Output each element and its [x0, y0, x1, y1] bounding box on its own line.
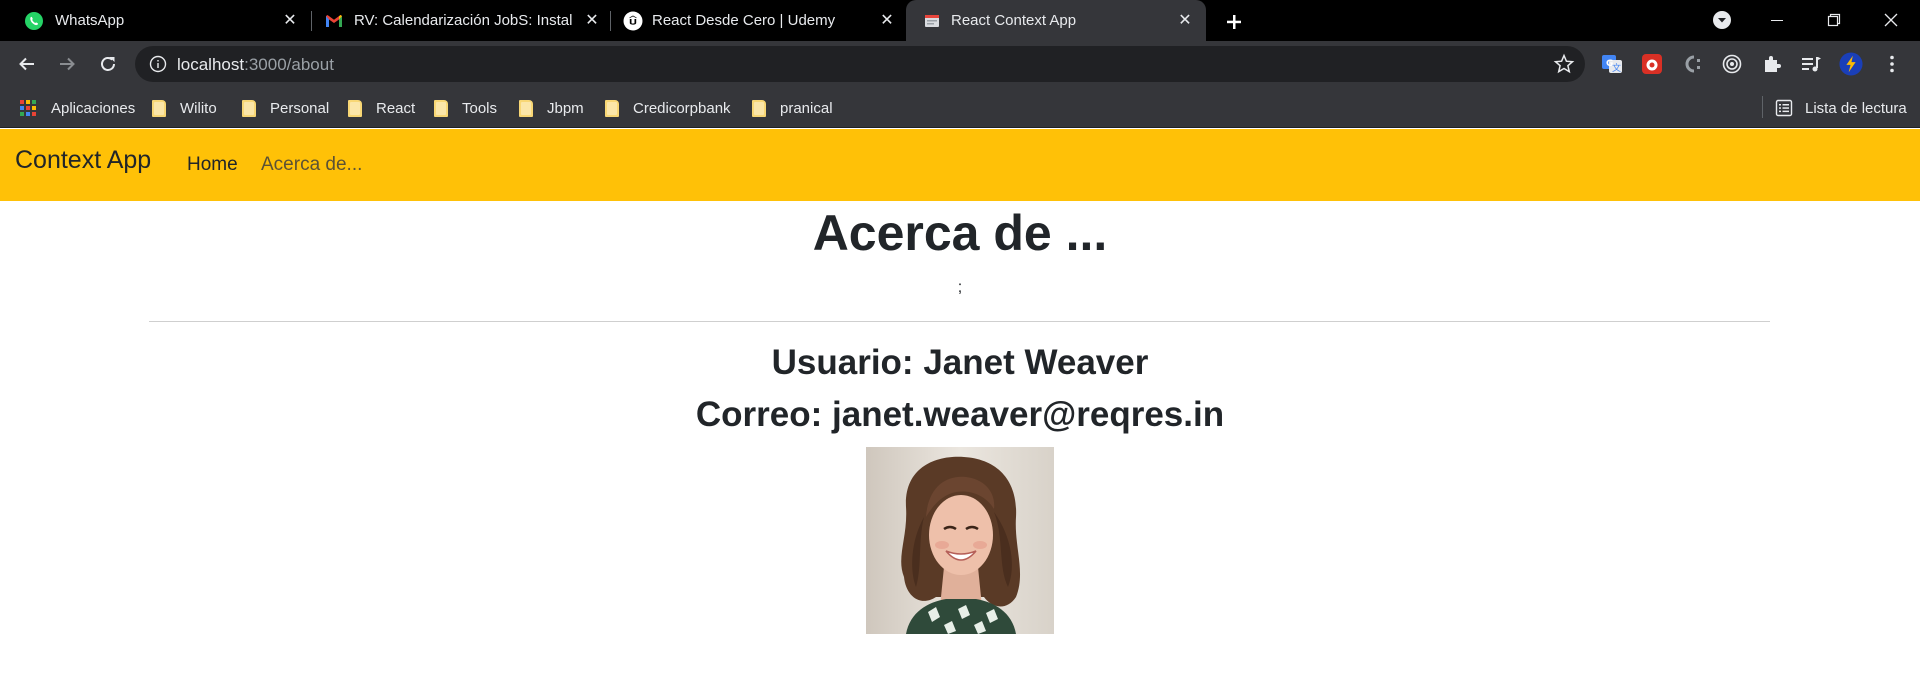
- page-icon: [925, 15, 939, 27]
- media-control-button[interactable]: [1799, 52, 1823, 76]
- extension-c[interactable]: [1681, 52, 1705, 76]
- bookmark-label: React: [376, 99, 416, 117]
- music-queue-icon: [1802, 57, 1821, 72]
- bookmark-label: Wilito: [180, 99, 217, 117]
- browser-toolbar: localhost:3000/about G 文: [0, 41, 1920, 87]
- restore-button[interactable]: [1814, 4, 1854, 36]
- bookmark-credicorpbank[interactable]: Credicorpbank: [605, 97, 731, 119]
- avatar-photo: [866, 447, 1054, 634]
- tab-title: React Desde Cero | Udemy: [652, 12, 836, 29]
- apps-grid-icon: [20, 100, 36, 116]
- tab-title: WhatsApp: [55, 12, 125, 29]
- page-subtitle: ;: [957, 279, 963, 296]
- translate-extension[interactable]: G 文: [1600, 52, 1624, 76]
- new-tab-button[interactable]: [1220, 8, 1248, 36]
- close-icon[interactable]: ✕: [1173, 8, 1197, 32]
- extension-target[interactable]: [1720, 52, 1744, 76]
- close-icon[interactable]: ✕: [278, 8, 302, 32]
- arrow-left-icon: [19, 57, 34, 71]
- tab-separator: [610, 11, 611, 31]
- bookmark-tools[interactable]: Tools: [434, 97, 497, 119]
- user-name: Usuario: Janet Weaver: [771, 343, 1149, 382]
- url-host: localhost: [177, 55, 245, 74]
- url-path: :3000/about: [244, 55, 334, 74]
- folder-icon: [605, 99, 619, 117]
- folder-icon: [434, 99, 448, 117]
- kebab-menu-icon: [1890, 55, 1894, 73]
- tab-udemy[interactable]: React Desde Cero | Udemy ✕: [612, 0, 907, 41]
- extensions-button[interactable]: [1760, 52, 1784, 76]
- minimize-icon: [1771, 20, 1783, 21]
- tab-react-context-app[interactable]: React Context App ✕: [906, 0, 1206, 41]
- page-title: Acerca de ...: [812, 205, 1108, 261]
- arrow-right-icon: [60, 57, 75, 71]
- user-avatar: [866, 447, 1054, 634]
- folder-icon: [519, 99, 533, 117]
- tab-whatsapp[interactable]: WhatsApp ✕: [0, 0, 300, 41]
- reading-list-icon: [1775, 99, 1793, 117]
- user-email: Correo: janet.weaver@reqres.in: [695, 395, 1225, 434]
- bookmark-label: pranical: [780, 99, 833, 117]
- tab-title: React Context App: [951, 12, 1077, 29]
- bookmark-label: Credicorpbank: [633, 99, 731, 117]
- bookmark-jbpm[interactable]: Jbpm: [519, 97, 584, 119]
- tab-search-button[interactable]: [1702, 4, 1742, 36]
- svg-text:文: 文: [1612, 62, 1621, 74]
- folder-icon: [242, 99, 256, 117]
- c-extension-icon: [1685, 55, 1700, 73]
- back-button[interactable]: [13, 50, 41, 78]
- reload-button[interactable]: [94, 50, 122, 78]
- puzzle-icon: [1765, 56, 1781, 72]
- browser-tab-strip: WhatsApp ✕ RV: Calendarización JobS: Ins…: [0, 0, 1920, 41]
- bookmark-label: Aplicaciones: [51, 99, 136, 117]
- tab-title: RV: Calendarización JobS: Instalar: [354, 12, 572, 29]
- plus-icon: [1227, 15, 1241, 29]
- tab-gmail[interactable]: RV: Calendarización JobS: Instalar ✕: [312, 0, 612, 41]
- ladybug-icon: [1642, 54, 1662, 74]
- close-icon[interactable]: ✕: [875, 8, 899, 32]
- close-window-button[interactable]: [1871, 4, 1911, 36]
- tab-search-icon: [1713, 11, 1731, 29]
- reading-list-label: Lista de lectura: [1805, 99, 1907, 117]
- navbar-brand[interactable]: Context App: [15, 146, 151, 175]
- whatsapp-icon: [25, 12, 43, 30]
- profile-avatar[interactable]: [1839, 52, 1863, 76]
- close-icon: [1884, 13, 1898, 27]
- extension-red[interactable]: [1640, 52, 1664, 76]
- reload-icon: [101, 57, 115, 71]
- bookmark-personal[interactable]: Personal: [242, 97, 329, 119]
- target-icon: [1722, 54, 1742, 74]
- bookmark-wilito[interactable]: Wilito: [152, 97, 217, 119]
- translate-icon: G 文: [1602, 55, 1622, 74]
- nav-link-home[interactable]: Home: [187, 154, 238, 176]
- url-text: localhost:3000/about: [177, 55, 334, 75]
- bookmark-aplicaciones[interactable]: Aplicaciones: [20, 97, 135, 119]
- bookmark-label: Tools: [462, 99, 498, 117]
- close-icon[interactable]: ✕: [580, 8, 604, 32]
- app-navbar: Context App Home Acerca de...: [0, 129, 1920, 201]
- restore-icon: [1827, 13, 1841, 27]
- udemy-icon: [623, 11, 643, 31]
- bookmark-label: Personal: [270, 99, 330, 117]
- address-bar[interactable]: localhost:3000/about: [135, 46, 1585, 82]
- forward-button[interactable]: [53, 50, 81, 78]
- bookmark-react[interactable]: React: [348, 97, 415, 119]
- avatar-icon: [1839, 52, 1863, 76]
- horizontal-rule: [149, 321, 1770, 322]
- folder-icon: [152, 99, 166, 117]
- minimize-button[interactable]: [1757, 4, 1797, 36]
- bookmark-label: Jbpm: [547, 99, 584, 117]
- bookmark-pranical[interactable]: pranical: [752, 97, 833, 119]
- reading-list-button[interactable]: Lista de lectura: [1775, 97, 1907, 119]
- browser-menu-button[interactable]: [1880, 52, 1904, 76]
- folder-icon: [752, 99, 766, 117]
- gmail-icon: [326, 15, 342, 27]
- bookmarks-bar: Aplicaciones Wilito Personal React Tools…: [0, 87, 1920, 128]
- info-icon[interactable]: [149, 55, 167, 73]
- bookmarks-divider: [1762, 96, 1763, 118]
- nav-link-about[interactable]: Acerca de...: [261, 154, 362, 176]
- bookmark-star-icon[interactable]: [1553, 53, 1575, 75]
- folder-icon: [348, 99, 362, 117]
